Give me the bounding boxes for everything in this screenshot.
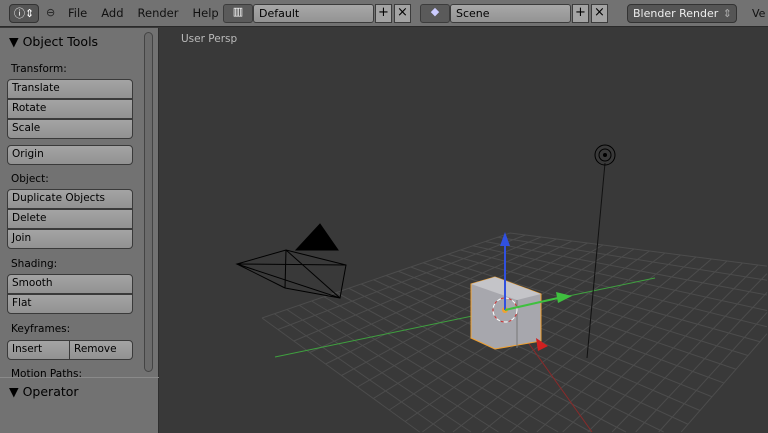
rotate-button[interactable]: Rotate [7, 99, 133, 119]
grid-line [611, 273, 768, 433]
menu-help[interactable]: Help [192, 6, 218, 20]
layout-add-icon[interactable]: + [375, 4, 392, 23]
y-axis-line [274, 277, 656, 358]
transform-label: Transform: [11, 63, 67, 75]
insert-keyframe-button[interactable]: Insert [7, 340, 70, 360]
shading-label: Shading: [11, 258, 58, 270]
render-engine-select[interactable]: Blender Render ⇕ [627, 4, 737, 23]
3d-viewport[interactable]: User Persp [160, 28, 768, 433]
flat-button[interactable]: Flat [7, 294, 133, 314]
header-bar: ⓘ⇕ ⊖ File Add Render Help ▥ Default + × … [0, 0, 768, 27]
camera-object [235, 223, 347, 299]
scene-canvas [235, 144, 768, 433]
scene-field[interactable]: Scene [450, 4, 571, 23]
layout-icon[interactable]: ▥ [223, 4, 253, 23]
grid-line [658, 312, 768, 433]
keyframes-label: Keyframes: [11, 323, 71, 335]
grid-line [274, 313, 446, 433]
origin-button[interactable]: Origin [7, 145, 133, 165]
object-tools-title: Object Tools [22, 34, 99, 49]
grid-line [635, 292, 768, 433]
grid-line [261, 317, 420, 433]
operator-header[interactable]: ▼ Operator [9, 384, 79, 399]
scene-add-icon[interactable]: + [572, 4, 589, 23]
scale-button[interactable]: Scale [7, 119, 133, 139]
join-button[interactable]: Join [7, 229, 133, 249]
scene-delete-icon[interactable]: × [591, 4, 608, 23]
menu-render[interactable]: Render [138, 6, 179, 20]
tool-shelf: ▼ Object Tools Transform: Translate Rota… [0, 28, 159, 433]
editor-type-button[interactable]: ⓘ⇕ [9, 4, 39, 23]
tool-shelf-scrollbar[interactable] [144, 32, 153, 372]
grid-line [497, 236, 768, 281]
menu-add[interactable]: Add [101, 6, 123, 20]
motion-paths-label: Motion Paths: [11, 368, 83, 377]
menu-file[interactable]: File [68, 6, 87, 20]
grid-line [298, 304, 499, 433]
duplicate-objects-button[interactable]: Duplicate Objects [7, 189, 133, 209]
render-engine-label: Blender Render [633, 7, 719, 20]
operator-title: Operator [22, 384, 79, 399]
layout-field[interactable]: Default [253, 4, 374, 23]
updown-icon: ⇕ [722, 7, 732, 20]
layout-delete-icon[interactable]: × [394, 4, 411, 23]
object-label: Object: [11, 173, 49, 185]
scene-icon[interactable]: ◆ [420, 4, 450, 23]
grid-line [509, 232, 768, 267]
object-tools-header[interactable]: ▼ Object Tools [9, 34, 98, 49]
remove-keyframe-button[interactable]: Remove [69, 340, 133, 360]
view-menu-cut[interactable]: Ve [752, 7, 768, 20]
delete-button[interactable]: Delete [7, 209, 133, 229]
grid-line [536, 260, 728, 433]
translate-button[interactable]: Translate [7, 79, 133, 99]
smooth-button[interactable]: Smooth [7, 274, 133, 294]
panel-divider [0, 377, 159, 378]
